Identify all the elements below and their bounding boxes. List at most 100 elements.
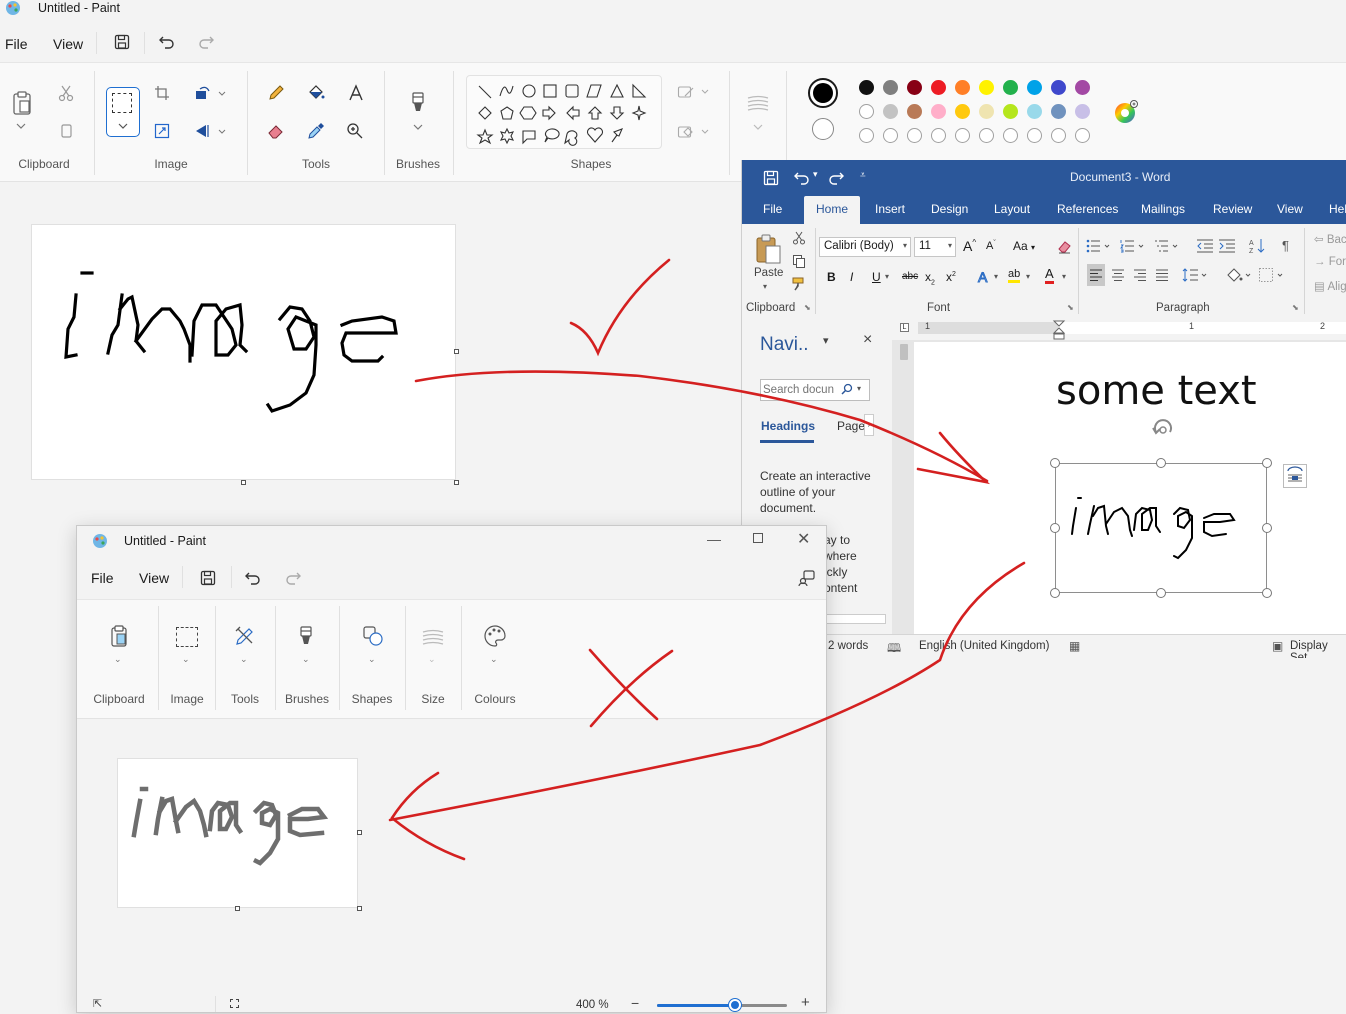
resize-handle[interactable] [357,906,362,911]
styles-partial-1[interactable]: ⇦ Bac [1314,232,1346,246]
multilevel-list-icon[interactable] [1154,238,1180,254]
color-swatch[interactable] [883,80,898,95]
proofing-icon[interactable]: 🕮 [887,639,901,658]
tab-home[interactable]: Home [816,202,848,216]
color-swatch[interactable] [907,80,922,95]
brush-icon[interactable] [297,624,315,648]
chevron-down-icon[interactable] [217,127,227,135]
color-1-selector[interactable] [808,78,838,108]
paste-icon[interactable] [754,232,782,266]
color-swatch[interactable] [931,80,946,95]
color-2-selector[interactable] [812,118,834,140]
chevron-down-icon[interactable] [14,121,28,131]
color-swatch[interactable] [1003,80,1018,95]
document-page[interactable]: some text [914,342,1346,634]
tab-review[interactable]: Review [1213,202,1252,216]
minimize-button[interactable]: — [707,531,721,547]
shapes-icon[interactable] [361,625,385,647]
color-swatch[interactable] [859,104,874,119]
paragraph-launcher-icon[interactable]: ⬊ [1292,303,1299,312]
empty-color-slot[interactable] [1051,128,1066,143]
tab-insert[interactable]: Insert [875,202,905,216]
color-swatch[interactable] [955,80,970,95]
customize-qat-icon[interactable]: ⩡ [860,170,866,181]
palette-icon[interactable] [482,624,508,648]
accessibility-icon[interactable]: ▦ [1069,639,1080,653]
color-swatch[interactable] [1027,80,1042,95]
font-size-box[interactable]: 11 ▾ [914,237,956,257]
empty-color-slot[interactable] [1003,128,1018,143]
chevron-down-icon[interactable] [412,123,424,131]
styles-partial-2[interactable]: → For [1314,256,1346,268]
align-left-icon[interactable] [1088,268,1104,282]
undo-icon[interactable] [157,32,177,52]
outline-icon[interactable] [676,83,696,101]
color-swatch[interactable] [955,104,970,119]
text-tool-icon[interactable] [345,82,367,104]
change-case-button[interactable]: Aa ▾ [1013,239,1035,253]
picture-resize-handle[interactable] [1262,523,1272,533]
paste-icon[interactable] [10,89,34,117]
color-swatch[interactable] [883,104,898,119]
shading-icon[interactable] [1226,266,1254,284]
empty-color-slot[interactable] [979,128,994,143]
bold-button[interactable]: B [827,270,836,284]
underline-button[interactable]: U [872,270,881,284]
highlight-button[interactable]: ab [1008,268,1021,283]
resize-handle[interactable] [454,349,459,354]
grow-font-button[interactable]: A^ [963,238,976,254]
picture-resize-handle[interactable] [1156,458,1166,468]
rotate-icon[interactable] [193,83,213,103]
font-color-button[interactable]: A [1045,267,1054,284]
clear-formatting-icon[interactable] [1056,238,1072,254]
save-icon[interactable] [762,169,780,187]
chevron-down-icon[interactable] [217,89,227,97]
tab-help[interactable]: Hel [1329,202,1346,216]
borders-icon[interactable] [1258,266,1286,284]
chevron-down-icon[interactable]: ⌄ [490,654,498,665]
empty-color-slot[interactable] [955,128,970,143]
justify-icon[interactable] [1154,268,1170,282]
paste-dropdown-icon[interactable]: ▾ [763,282,767,291]
color-swatch[interactable] [1051,80,1066,95]
pencil-icon[interactable] [266,83,286,103]
language-status[interactable]: English (United Kingdom) [919,640,1049,652]
color-swatch[interactable] [979,80,994,95]
display-settings[interactable]: Display Set [1290,640,1346,658]
line-spacing-icon[interactable] [1182,267,1210,283]
show-formatting-button[interactable]: ¶ [1282,238,1289,253]
underline-dropdown-icon[interactable]: ▾ [885,272,889,281]
nav-tabs-scroll-right[interactable]: › [864,414,874,436]
resize-handle[interactable] [454,480,459,485]
align-right-icon[interactable] [1132,268,1148,282]
shapes-gallery[interactable] [466,75,662,149]
indent-markers[interactable] [1052,320,1066,342]
nav-search-box[interactable]: ▾ [760,379,870,401]
chevron-down-icon[interactable]: ⌄ [240,654,248,665]
picture-resize-handle[interactable] [1050,588,1060,598]
select-rect-icon[interactable] [176,627,198,647]
subscript-button[interactable]: x2 [925,270,935,286]
chevron-down-icon[interactable]: ▾ [994,272,998,281]
cut-icon[interactable] [56,83,76,103]
chevron-down-icon[interactable]: ⌄ [428,654,436,665]
empty-color-slot[interactable] [907,128,922,143]
rotate-handle-icon[interactable] [1150,418,1176,440]
redo-icon[interactable] [826,169,846,187]
flip-icon[interactable] [193,121,213,141]
picture-resize-handle[interactable] [1156,588,1166,598]
chevron-down-icon[interactable]: ⌄ [114,654,122,665]
zoom-out-button[interactable]: − [631,995,639,1011]
increase-indent-icon[interactable] [1218,238,1236,254]
tab-design[interactable]: Design [931,202,968,216]
cut-icon[interactable] [791,230,807,246]
picture-resize-handle[interactable] [1050,523,1060,533]
tab-layout[interactable]: Layout [994,202,1030,216]
paint-canvas[interactable] [31,224,456,480]
empty-color-slot[interactable] [1027,128,1042,143]
resize-handle[interactable] [235,906,240,911]
resize-icon[interactable] [152,121,172,141]
inserted-picture[interactable] [1055,463,1267,593]
text-effects-button[interactable]: A [977,269,987,286]
picture-resize-handle[interactable] [1262,588,1272,598]
